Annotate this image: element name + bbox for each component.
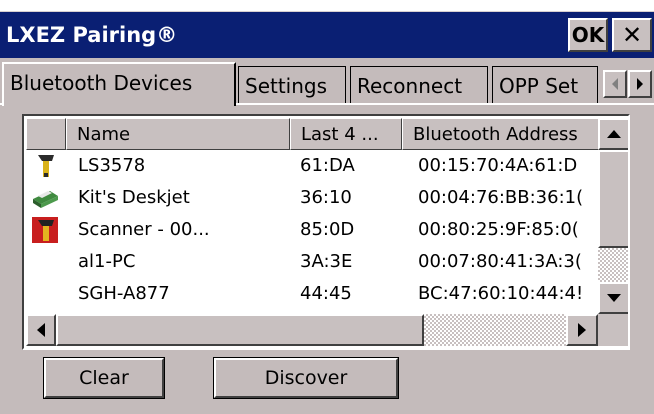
tab-scroll-right-button[interactable] — [628, 70, 652, 98]
column-header-last4[interactable]: Last 4 ... — [290, 118, 402, 150]
vertical-scrollbar[interactable] — [598, 118, 628, 314]
device-name: SGH-A877 — [78, 283, 170, 304]
table-row[interactable]: Kit's Deskjet 36:10 00:04:76:BB:36:1( — [26, 182, 598, 214]
tab-reconnect[interactable]: Reconnect — [350, 66, 488, 104]
device-last4: 61:DA — [300, 155, 355, 176]
scanner-icon — [32, 217, 58, 243]
arrow-right-icon — [578, 323, 586, 337]
arrow-left-icon — [37, 323, 45, 337]
scroll-down-button[interactable] — [598, 282, 628, 314]
table-row[interactable]: Scanner - 00... 85:0D 00:80:25:9F:85:0( — [26, 214, 598, 246]
column-header-address[interactable]: Bluetooth Address — [402, 118, 598, 150]
device-address: 00:07:80:41:3A:3( — [418, 251, 582, 272]
arrow-up-icon — [607, 130, 621, 138]
device-last4: 36:10 — [300, 187, 352, 208]
device-address: 00:15:70:4A:61:D — [418, 155, 578, 176]
vertical-scroll-track[interactable] — [598, 248, 628, 282]
device-name: LS3578 — [78, 155, 146, 176]
scroll-right-button[interactable] — [566, 314, 598, 346]
table-row[interactable]: LS3578 61:DA 00:15:70:4A:61:D — [26, 150, 598, 182]
device-last4: 44:45 — [300, 283, 352, 304]
table-row[interactable]: SGH-A877 44:45 BC:47:60:10:44:4! — [26, 278, 598, 310]
scroll-left-button[interactable] — [26, 314, 56, 346]
discover-button[interactable]: Discover — [213, 357, 399, 399]
close-icon: ✕ — [621, 21, 643, 49]
printer-icon — [33, 191, 58, 208]
scroll-up-button[interactable] — [598, 118, 628, 150]
window-frame-top — [0, 0, 654, 12]
ok-button[interactable]: OK — [568, 18, 608, 52]
tab-settings[interactable]: Settings — [238, 66, 346, 104]
vertical-scroll-thumb[interactable] — [598, 150, 628, 248]
tab-scroll-left-button[interactable] — [603, 70, 627, 98]
device-list-content: Name Last 4 ... Bluetooth Address LS3578… — [26, 118, 598, 314]
tab-opp-settings[interactable]: OPP Set — [492, 66, 598, 104]
device-name: al1-PC — [78, 251, 136, 272]
arrow-down-icon — [607, 294, 621, 302]
column-header-name[interactable]: Name — [66, 118, 290, 150]
device-last4: 85:0D — [300, 219, 355, 240]
arrow-left-icon — [612, 78, 618, 90]
device-address: 00:04:76:BB:36:1( — [418, 187, 584, 208]
title-bar: LXEZ Pairing® OK ✕ — [0, 12, 654, 58]
device-name: Kit's Deskjet — [78, 187, 190, 208]
horizontal-scrollbar[interactable] — [26, 314, 598, 346]
horizontal-scroll-thumb[interactable] — [56, 314, 424, 346]
window-title: LXEZ Pairing® — [6, 23, 178, 47]
scrollbar-corner — [598, 314, 628, 346]
device-name: Scanner - 00... — [78, 219, 210, 240]
table-row[interactable]: al1-PC 3A:3E 00:07:80:41:3A:3( — [26, 246, 598, 278]
barcode-scanner-icon — [38, 155, 54, 177]
clear-button[interactable]: Clear — [43, 357, 165, 399]
close-button[interactable]: ✕ — [612, 18, 652, 52]
device-address: 00:80:25:9F:85:0( — [418, 219, 579, 240]
tab-bluetooth-devices[interactable]: Bluetooth Devices — [2, 62, 236, 106]
device-address: BC:47:60:10:44:4! — [418, 283, 584, 304]
device-list[interactable]: Name Last 4 ... Bluetooth Address LS3578… — [22, 114, 630, 350]
device-last4: 3A:3E — [300, 251, 353, 272]
horizontal-scroll-track[interactable] — [424, 314, 566, 346]
arrow-right-icon — [637, 78, 643, 90]
tab-strip: Bluetooth Devices Settings Reconnect OPP… — [0, 58, 654, 106]
column-header-icon[interactable] — [26, 118, 66, 150]
